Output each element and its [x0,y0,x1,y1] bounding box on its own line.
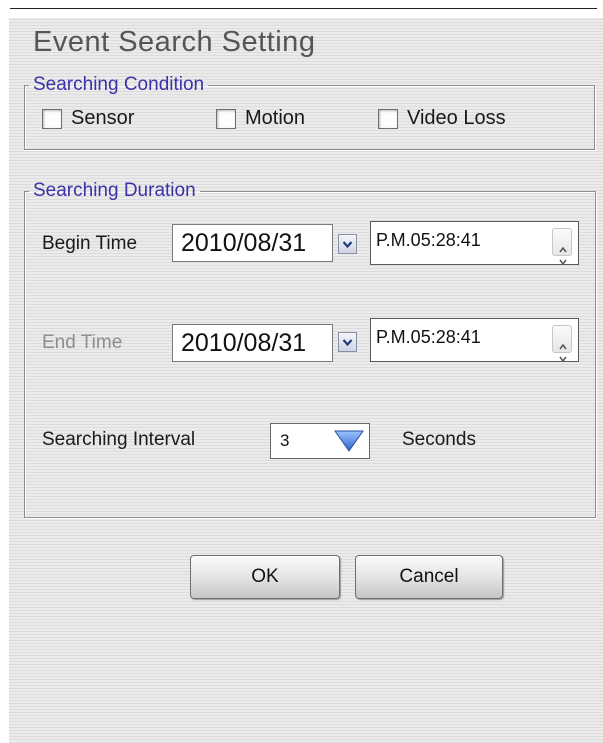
end-time-spinner[interactable] [552,325,572,363]
begin-time-label: Begin Time [42,233,138,254]
searching-condition-legend: Searching Condition [33,74,205,95]
ok-button[interactable]: OK [190,555,340,599]
chevron-down-icon [342,338,353,346]
sensor-checkbox[interactable]: Sensor [42,107,134,130]
video-loss-checkbox-label: Video Loss [407,107,506,129]
begin-date-field[interactable]: 2010/08/31 [172,224,333,262]
chevron-down-icon [342,240,353,248]
spin-up-icon[interactable] [558,231,568,253]
seconds-unit-label: Seconds [402,429,476,450]
video-loss-checkbox-box[interactable] [378,108,398,129]
begin-time-value: P.M.05:28:41 [376,230,481,250]
top-edge [0,0,603,16]
searching-duration-legend: Searching Duration [33,180,196,201]
end-date-field[interactable]: 2010/08/31 [172,324,333,362]
motion-checkbox-label: Motion [245,107,306,129]
top-rule [10,8,597,9]
cancel-button[interactable]: Cancel [355,555,503,599]
sensor-checkbox-box[interactable] [42,108,62,129]
end-time-value: P.M.05:28:41 [376,327,481,347]
motion-checkbox-box[interactable] [216,108,236,129]
motion-checkbox[interactable]: Motion [216,107,305,130]
video-loss-checkbox[interactable]: Video Loss [378,107,506,130]
searching-interval-label: Searching Interval [42,429,196,450]
sensor-checkbox-label: Sensor [71,107,135,129]
dropdown-triangle-icon[interactable] [332,428,366,454]
spin-up-icon[interactable] [558,328,568,350]
dialog-title: Event Search Setting [33,26,316,58]
interval-value: 3 [280,431,290,450]
end-date-dropdown-button[interactable] [338,332,357,352]
spin-down-icon[interactable] [558,243,568,266]
begin-time-spinner[interactable] [552,228,572,266]
spin-down-icon[interactable] [558,340,568,363]
begin-time-field[interactable]: P.M.05:28:41 [370,221,579,266]
begin-date-dropdown-button[interactable] [338,234,357,254]
end-time-label: End Time [42,332,123,353]
interval-select[interactable]: 3 [270,423,370,459]
end-time-field[interactable]: P.M.05:28:41 [370,318,579,363]
